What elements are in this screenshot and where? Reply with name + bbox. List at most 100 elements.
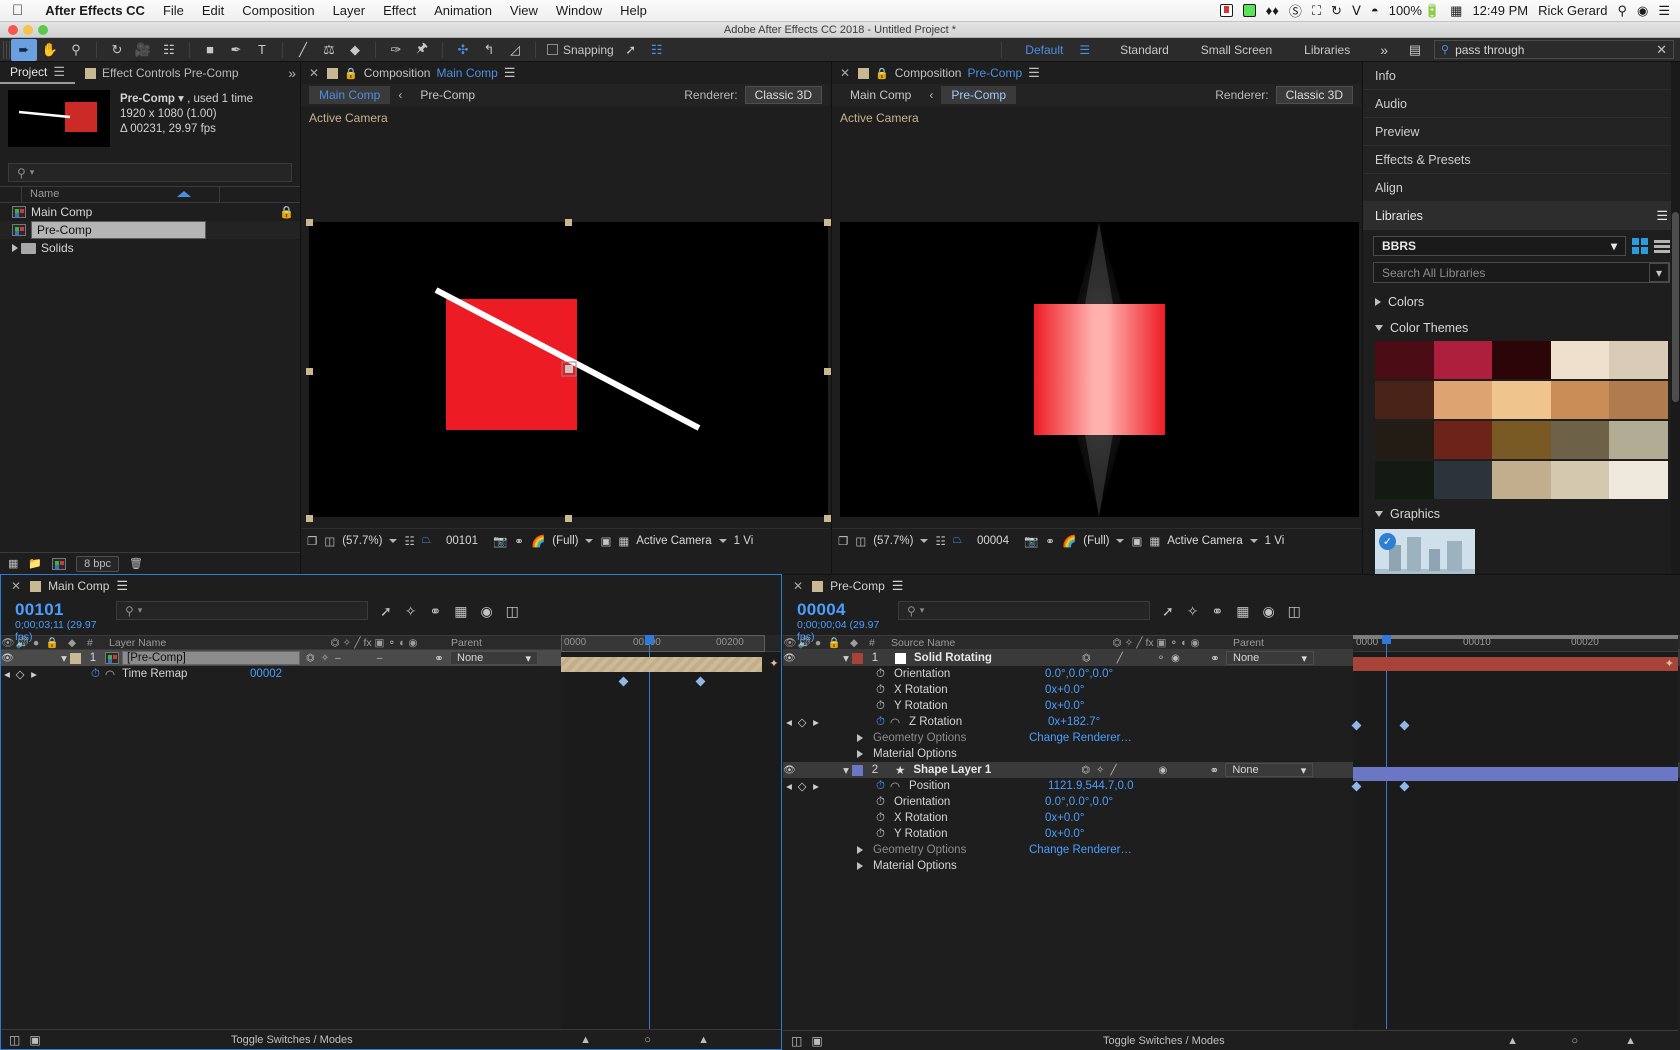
spotlight-search-icon[interactable]: ⚲ — [1617, 3, 1627, 19]
layer-disclosure-icon[interactable]: ▾ — [840, 651, 852, 665]
color-swatch[interactable] — [1609, 461, 1668, 499]
toggle-mask-icon[interactable]: ▣ — [1131, 534, 1142, 548]
viewer-a-views-count[interactable]: 1 Vi — [734, 535, 754, 547]
chevron-down-icon[interactable] — [389, 538, 398, 543]
tab-project[interactable]: Project ☰ — [0, 62, 76, 84]
viewer-a-tab[interactable]: ✕ 🔒 Composition Main Comp ☰ — [301, 62, 830, 84]
bit-depth-button[interactable]: 8 bpc — [76, 555, 120, 572]
close-icon[interactable]: ✕ — [840, 66, 852, 80]
dropbox-icon[interactable]: ♦♦ — [1266, 3, 1279, 18]
panel-tab-audio[interactable]: Audio — [1363, 90, 1680, 118]
sort-ascending-icon[interactable] — [177, 191, 191, 197]
layer-label-color[interactable] — [852, 652, 863, 664]
layer-name[interactable]: Solid Rotating — [906, 652, 1076, 664]
layer-duration-bar-shape[interactable] — [1353, 767, 1678, 781]
viewer-a-stage[interactable] — [309, 222, 828, 517]
stopwatch-icon[interactable]: ⏱ — [876, 812, 885, 825]
do-not-disturb-icon[interactable]: Ⓢ — [1289, 1, 1302, 20]
disclosure-triangle-icon[interactable] — [1375, 298, 1381, 306]
breadcrumb-main-comp[interactable]: Main Comp — [309, 86, 391, 104]
change-renderer-link[interactable]: Change Renderer… — [1029, 844, 1132, 856]
camera-tool-icon[interactable]: 🎥 — [130, 39, 156, 61]
renderer-value[interactable]: Classic 3D — [744, 86, 822, 104]
viewer-b-current-frame[interactable]: 00004 — [969, 535, 1017, 547]
selection-tool-icon[interactable]: ➨ — [11, 38, 37, 61]
menu-edit[interactable]: Edit — [193, 3, 233, 18]
keyframe-marker[interactable] — [695, 676, 706, 687]
viewer-b-menu-icon[interactable]: ☰ — [1028, 65, 1040, 81]
layer-parent-select[interactable]: None ▾ — [1225, 763, 1314, 777]
graph-icon[interactable]: ◠ — [100, 667, 115, 681]
color-swatch[interactable] — [1550, 461, 1610, 499]
time-machine-icon[interactable]: ↻ — [1331, 3, 1342, 19]
property-value[interactable]: 0x+0.0° — [1045, 700, 1084, 712]
keyframe-marker[interactable] — [1351, 781, 1362, 792]
motion-blur-icon[interactable]: ◉ — [1262, 603, 1274, 620]
layer-quality-icon[interactable]: – — [335, 653, 341, 664]
chevron-down-icon[interactable] — [1249, 538, 1258, 543]
hide-shy-layers-icon[interactable]: ⚭ — [429, 603, 441, 620]
input-source-icon[interactable]: ▦ — [1450, 3, 1462, 19]
toggle-viewer-icon[interactable]: ◫ — [324, 534, 335, 548]
layer-collapse-icon[interactable]: ✧ — [321, 653, 329, 664]
timeline-left-toggle-switches-modes[interactable]: Toggle Switches / Modes — [231, 1034, 353, 1046]
layer-duration-bar-solid[interactable] — [1353, 657, 1678, 671]
timeline-right-zoom-in-icon[interactable]: ▲ — [1625, 1035, 1636, 1047]
breadcrumb-pre-comp[interactable]: Pre-Comp — [941, 86, 1017, 104]
work-area-bar[interactable] — [1353, 635, 1678, 639]
menu-view[interactable]: View — [501, 3, 547, 18]
change-renderer-link[interactable]: Change Renderer… — [1029, 732, 1132, 744]
keyframe-marker[interactable] — [618, 676, 629, 687]
timeline-left-zoom-slider[interactable]: ○ — [644, 1034, 651, 1046]
panel-tab-libraries[interactable]: Libraries ☰ — [1363, 202, 1680, 230]
color-theme-row[interactable] — [1375, 461, 1668, 499]
layer-3d-icon[interactable]: ◉ — [1171, 653, 1180, 664]
keyframe-add-icon[interactable]: ◇ — [795, 715, 809, 729]
shape-tool-icon[interactable]: ■ — [197, 39, 223, 61]
selection-handle[interactable] — [824, 368, 831, 375]
timeline-left-menu-icon[interactable]: ☰ — [116, 578, 128, 594]
color-swatch[interactable] — [1375, 461, 1434, 499]
layer-video-toggle-icon[interactable]: 👁 — [1, 653, 14, 664]
color-swatch[interactable] — [1375, 341, 1434, 379]
keyframe-next-icon[interactable]: ▸ — [27, 667, 41, 681]
keyframe-add-icon[interactable]: ◇ — [13, 667, 27, 681]
timeline-right-search-input[interactable]: ⚲ ▾ — [898, 601, 1150, 620]
pan-behind-tool-icon[interactable]: ☷ — [156, 39, 182, 61]
viewer-a-resolution[interactable]: (Full) — [552, 535, 578, 547]
menu-file[interactable]: File — [154, 3, 193, 18]
workspace-small-screen[interactable]: Small Screen — [1185, 43, 1288, 57]
stopwatch-icon[interactable]: ⏱ — [876, 796, 885, 809]
color-swatch[interactable] — [1375, 381, 1434, 419]
hand-tool-icon[interactable]: ✋ — [37, 39, 63, 61]
project-panel-collapse-icon[interactable]: » — [288, 65, 300, 81]
keyframe-marker[interactable] — [1351, 720, 1362, 731]
toggle-transparency-grid-icon[interactable]: ▦ — [618, 534, 629, 548]
color-theme-row[interactable] — [1375, 381, 1668, 419]
snapping-bounds-icon[interactable]: ☷ — [644, 39, 670, 61]
layer-parent-select[interactable]: None ▾ — [1226, 651, 1314, 665]
viewer-b-resolution[interactable]: (Full) — [1083, 535, 1109, 547]
layer-name[interactable]: Shape Layer 1 — [905, 764, 1075, 776]
col-source-name[interactable]: Source Name — [891, 637, 1091, 649]
graph-editor-icon[interactable]: ◫ — [506, 603, 519, 620]
region-of-interest-icon[interactable]: ⏢ — [953, 534, 962, 547]
layer-shy-icon[interactable]: ⏣ — [1082, 653, 1091, 664]
toolbar-grip[interactable] — [3, 40, 11, 59]
toggle-grid-icon[interactable]: ☷ — [935, 534, 945, 548]
stopwatch-icon[interactable]: ⏱ — [876, 684, 885, 697]
project-item-label[interactable]: Pre-Comp — [31, 221, 206, 239]
color-swatch[interactable] — [1550, 381, 1610, 419]
layer-collapse-icon[interactable]: ✧ — [1096, 765, 1104, 776]
timeline-left-zoom-in-icon[interactable]: ▲ — [698, 1034, 709, 1046]
universal-camera-axis-icon[interactable]: ✣ — [450, 39, 476, 61]
draft-3d-icon[interactable]: ✧ — [405, 603, 417, 620]
selection-handle[interactable] — [565, 219, 572, 226]
timeline-left-tab[interactable]: ✕ Main Comp ☰ — [1, 575, 781, 597]
istat-menu-icon[interactable] — [1242, 4, 1256, 17]
menu-layer[interactable]: Layer — [324, 3, 375, 18]
color-theme-row[interactable] — [1375, 421, 1668, 459]
bluetooth-icon[interactable]: ꓦ — [1352, 3, 1361, 19]
graph-icon[interactable]: ◠ — [885, 715, 900, 729]
selection-handle[interactable] — [306, 368, 313, 375]
